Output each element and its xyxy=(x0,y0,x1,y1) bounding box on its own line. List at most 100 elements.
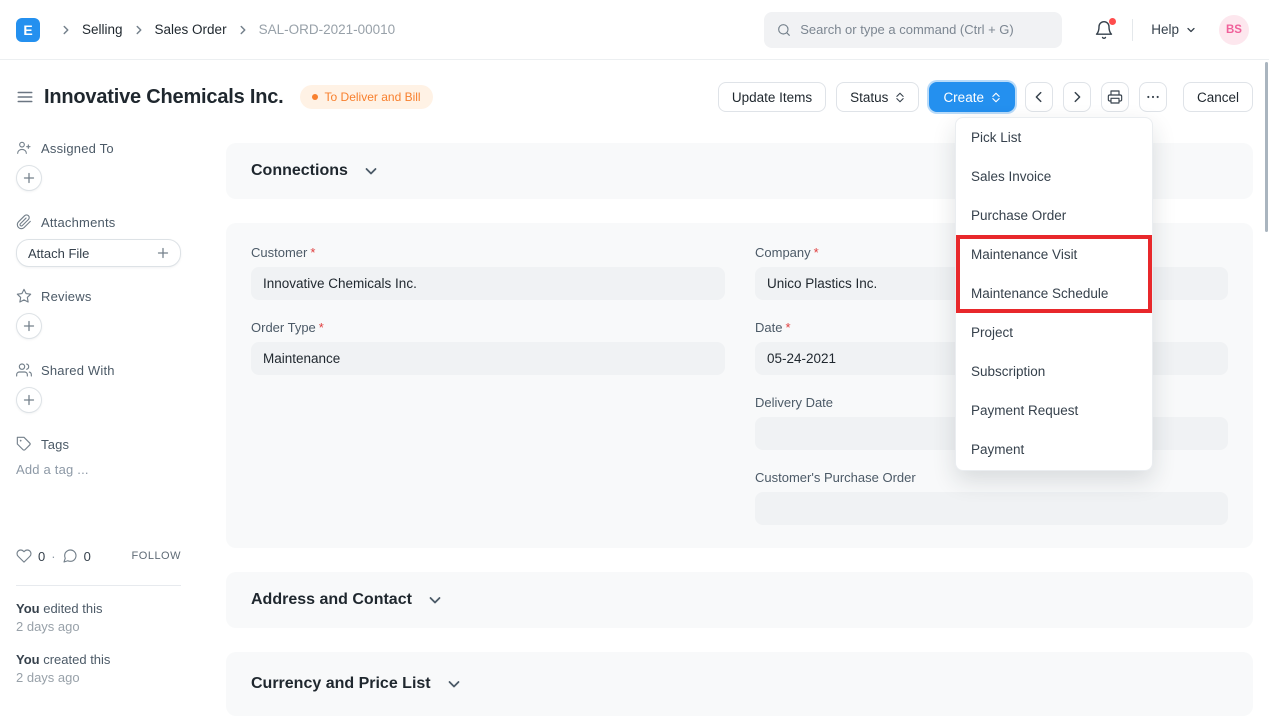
activity-entry: You created this 2 days ago xyxy=(16,651,110,687)
cancel-label: Cancel xyxy=(1197,90,1239,105)
required-asterisk: * xyxy=(319,320,324,335)
comment-count: 0 xyxy=(84,549,91,564)
shared-with-section: Shared With xyxy=(16,362,115,378)
add-tag-input[interactable]: Add a tag ... xyxy=(16,462,89,477)
create-dropdown-menu: Pick List Sales Invoice Purchase Order M… xyxy=(955,117,1153,471)
form-column-left: Customer* Order Type* xyxy=(251,245,725,395)
status-button[interactable]: Status xyxy=(836,82,919,112)
required-asterisk: * xyxy=(814,245,819,260)
breadcrumb-chevron-icon xyxy=(236,23,250,37)
order-type-label: Order Type xyxy=(251,320,316,335)
add-share-button[interactable] xyxy=(16,387,42,413)
menu-item-pick-list[interactable]: Pick List xyxy=(956,118,1152,157)
menu-item-sales-invoice[interactable]: Sales Invoice xyxy=(956,157,1152,196)
section-title: Currency and Price List xyxy=(251,675,431,693)
notifications-button[interactable] xyxy=(1094,20,1114,40)
plus-icon xyxy=(23,394,35,406)
breadcrumb-sales-order[interactable]: Sales Order xyxy=(155,22,227,37)
menu-item-purchase-order[interactable]: Purchase Order xyxy=(956,196,1152,235)
heart-icon[interactable] xyxy=(16,548,32,564)
navbar-divider xyxy=(1132,19,1133,41)
order-type-field: Order Type* xyxy=(251,320,725,375)
update-items-button[interactable]: Update Items xyxy=(718,82,826,112)
next-document-button[interactable] xyxy=(1063,82,1091,112)
page-title: Innovative Chemicals Inc. xyxy=(44,86,284,109)
activity-action: edited this xyxy=(43,601,102,616)
activity-entry: You edited this 2 days ago xyxy=(16,600,102,636)
add-review-button[interactable] xyxy=(16,313,42,339)
chevron-up-down-icon xyxy=(895,92,905,103)
breadcrumb: Selling Sales Order SAL-ORD-2021-00010 xyxy=(50,22,395,37)
delivery-date-label: Delivery Date xyxy=(755,395,833,410)
chevron-right-icon xyxy=(1070,90,1084,104)
section-title: Address and Contact xyxy=(251,591,412,609)
section-currency-and-price-list[interactable]: Currency and Price List xyxy=(226,652,1253,716)
customer-field: Customer* xyxy=(251,245,725,300)
required-asterisk: * xyxy=(785,320,790,335)
tag-icon xyxy=(16,436,32,452)
printer-icon xyxy=(1107,89,1123,105)
add-assignment-button[interactable] xyxy=(16,165,42,191)
tags-section: Tags xyxy=(16,436,69,452)
assigned-to-section: Assigned To xyxy=(16,140,114,156)
menu-item-maintenance-visit[interactable]: Maintenance Visit xyxy=(956,235,1152,274)
plus-icon xyxy=(23,320,35,332)
activity-time: 2 days ago xyxy=(16,618,102,636)
customer-po-field: Customer's Purchase Order xyxy=(755,470,1228,525)
customer-label: Customer xyxy=(251,245,307,260)
breadcrumb-document-id: SAL-ORD-2021-00010 xyxy=(259,22,396,37)
menu-item-maintenance-schedule[interactable]: Maintenance Schedule xyxy=(956,274,1152,313)
help-menu[interactable]: Help xyxy=(1151,22,1197,37)
star-icon xyxy=(16,288,32,304)
notification-dot xyxy=(1109,18,1116,25)
add-tag-placeholder: Add a tag ... xyxy=(16,462,89,477)
menu-item-payment[interactable]: Payment xyxy=(956,430,1152,469)
top-navbar: E Selling Sales Order SAL-ORD-2021-00010… xyxy=(0,0,1269,60)
sidebar-toggle-icon[interactable] xyxy=(16,88,34,106)
user-avatar[interactable]: BS xyxy=(1219,15,1249,45)
create-button[interactable]: Create xyxy=(929,82,1015,112)
assigned-to-label: Assigned To xyxy=(41,141,114,156)
customer-po-label: Customer's Purchase Order xyxy=(755,470,916,485)
follow-button[interactable]: FOLLOW xyxy=(132,550,181,562)
activity-action: created this xyxy=(43,652,110,667)
company-label: Company xyxy=(755,245,811,260)
cancel-button[interactable]: Cancel xyxy=(1183,82,1253,112)
status-badge: To Deliver and Bill xyxy=(300,85,433,109)
status-badge-label: To Deliver and Bill xyxy=(325,90,421,104)
chevron-down-icon xyxy=(363,163,379,179)
breadcrumb-selling[interactable]: Selling xyxy=(82,22,123,37)
print-button[interactable] xyxy=(1101,82,1129,112)
menu-item-subscription[interactable]: Subscription xyxy=(956,352,1152,391)
menu-item-project[interactable]: Project xyxy=(956,313,1152,352)
global-search[interactable] xyxy=(764,12,1062,48)
status-label: Status xyxy=(850,90,888,105)
assign-user-icon xyxy=(16,140,32,156)
customer-po-input[interactable] xyxy=(755,492,1228,525)
previous-document-button[interactable] xyxy=(1025,82,1053,112)
attach-file-button[interactable]: Attach File xyxy=(16,239,181,267)
more-options-button[interactable] xyxy=(1139,82,1167,112)
breadcrumb-chevron-icon xyxy=(59,23,73,37)
section-title: Connections xyxy=(251,162,348,180)
attachments-section: Attachments xyxy=(16,214,115,230)
help-label: Help xyxy=(1151,22,1179,37)
chevron-left-icon xyxy=(1032,90,1046,104)
app-logo[interactable]: E xyxy=(16,18,40,42)
ellipsis-icon xyxy=(1145,89,1161,105)
customer-input[interactable] xyxy=(251,267,725,300)
activity-actor: You xyxy=(16,652,40,667)
chevron-up-down-icon xyxy=(991,92,1001,103)
shared-with-label: Shared With xyxy=(41,363,115,378)
tags-label: Tags xyxy=(41,437,69,452)
order-type-input[interactable] xyxy=(251,342,725,375)
plus-icon xyxy=(23,172,35,184)
section-address-and-contact[interactable]: Address and Contact xyxy=(226,572,1253,628)
search-input[interactable] xyxy=(764,12,1062,48)
attach-file-label: Attach File xyxy=(28,246,89,261)
likes-row: 0 · 0 FOLLOW xyxy=(16,548,181,564)
comment-icon[interactable] xyxy=(62,548,78,564)
scrollbar-thumb[interactable] xyxy=(1265,62,1268,232)
chevron-down-icon xyxy=(1185,24,1197,36)
menu-item-payment-request[interactable]: Payment Request xyxy=(956,391,1152,430)
